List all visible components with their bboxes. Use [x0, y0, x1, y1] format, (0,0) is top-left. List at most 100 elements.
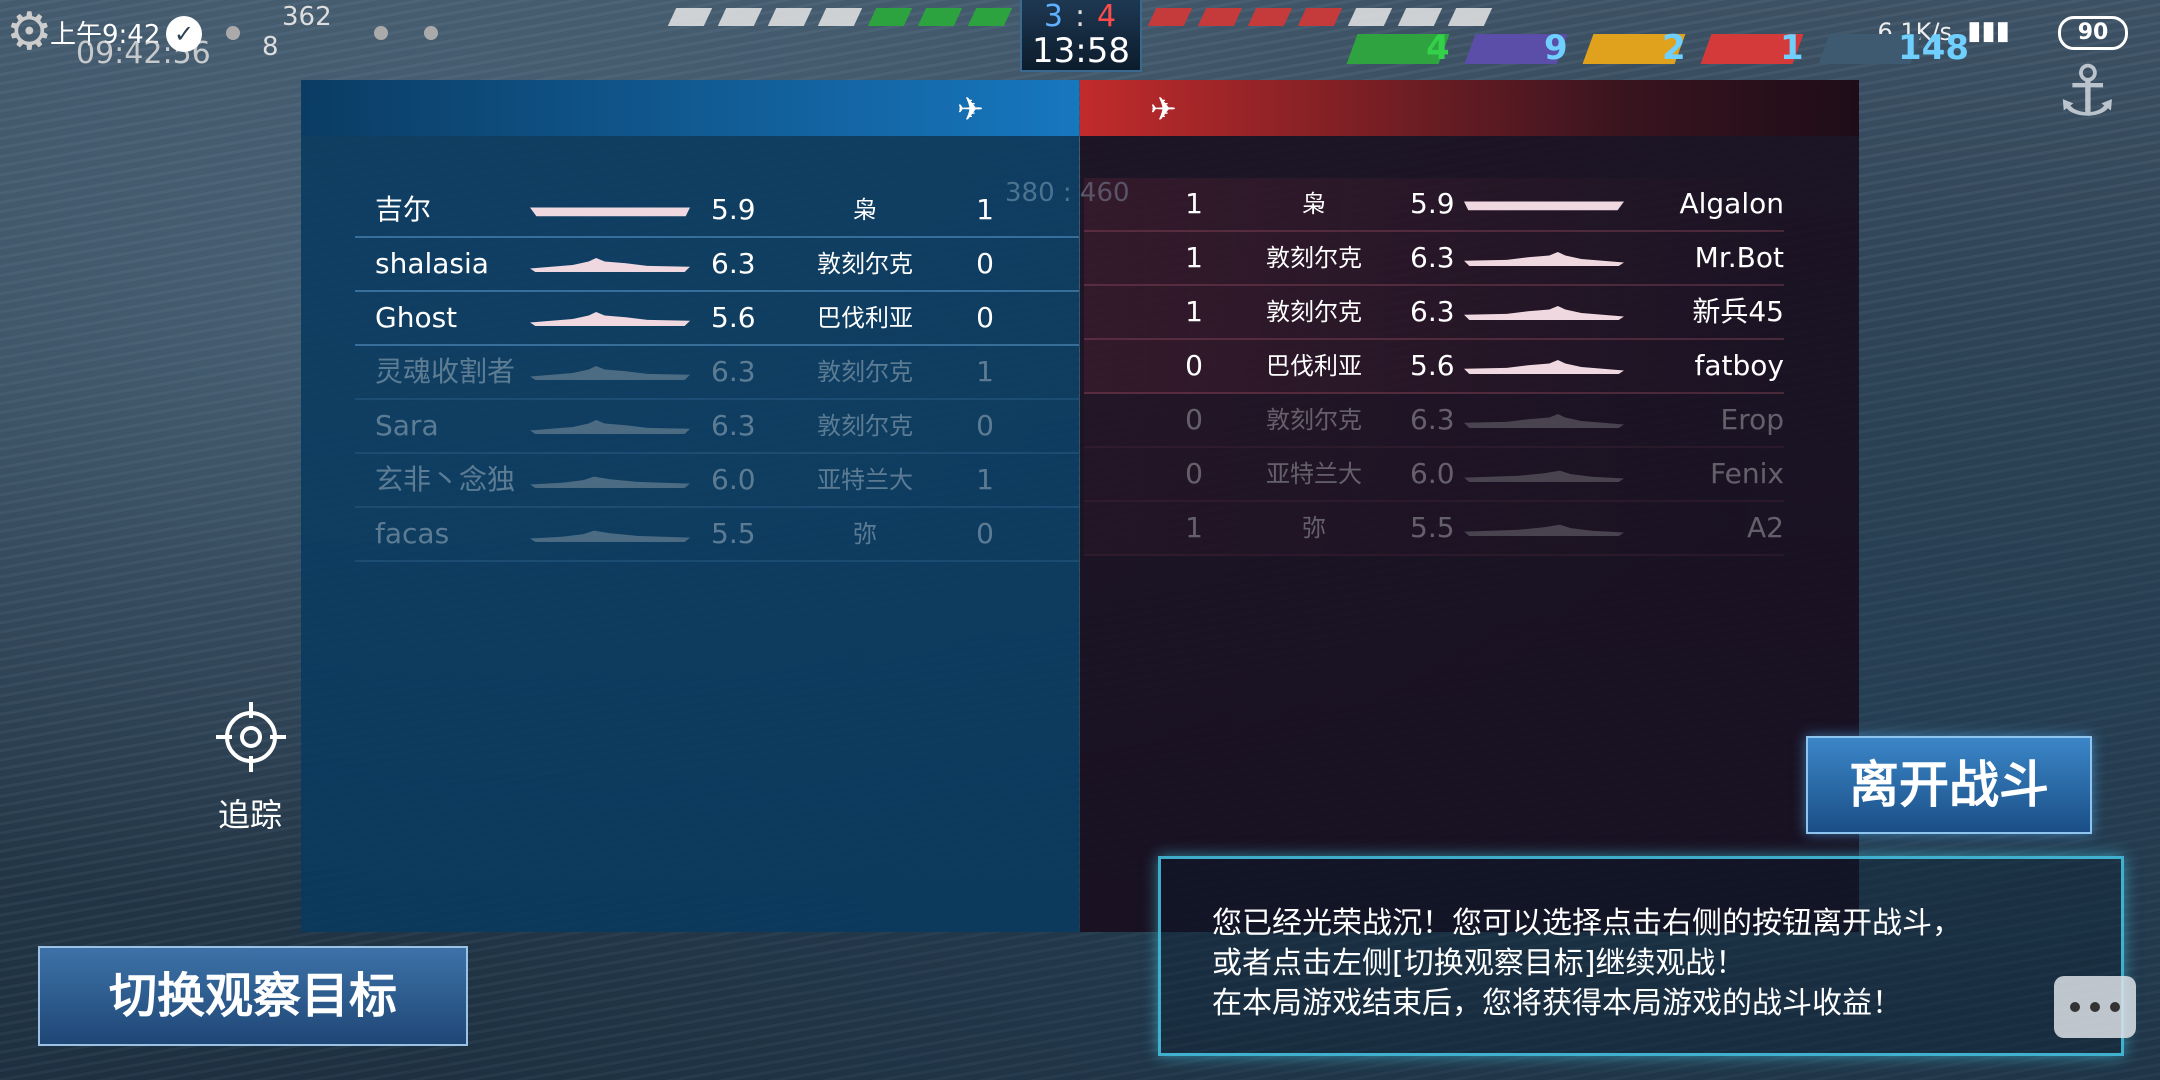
player-name: Algalon: [1679, 187, 1784, 220]
blue-player-row[interactable]: facas 5.5 弥 0: [355, 508, 1079, 562]
kill-count: 1: [1185, 295, 1203, 328]
kill-count: 1: [1185, 241, 1203, 274]
red-player-row[interactable]: 1 敦刻尔克 6.3 Mr.Bot: [1084, 232, 1784, 286]
ship-silhouette-icon: [530, 312, 690, 326]
ship-name: 敦刻尔克: [817, 250, 913, 278]
resource-count: 148: [1898, 28, 1969, 68]
chat-bubble-icon[interactable]: [2054, 976, 2136, 1038]
ship-rating: 6.3: [1410, 241, 1455, 274]
ship-silhouette-icon: [530, 476, 690, 488]
ship-name: 亚特兰大: [1266, 460, 1362, 488]
ship-name: 巴伐利亚: [1266, 352, 1362, 380]
enemy-ship-status-icon: [1297, 8, 1343, 26]
ally-ship-status-icon: [967, 8, 1013, 26]
ship-name: 弥: [853, 520, 877, 548]
red-player-row[interactable]: 1 弥 5.5 A2: [1084, 502, 1784, 556]
aircraft-icon: ✈: [957, 90, 984, 128]
ship-silhouette-icon: [1464, 252, 1624, 266]
crosshair-icon[interactable]: [214, 700, 288, 774]
ship-silhouette-icon: [1464, 524, 1624, 536]
kill-count: 1: [1185, 187, 1203, 220]
ally-ship-status-icon: [817, 8, 863, 26]
leave-battle-button[interactable]: 离开战斗: [1806, 736, 2092, 834]
ship-rating: 6.3: [1410, 403, 1455, 436]
ally-ship-status-icon: [667, 8, 713, 26]
player-name: Ghost: [375, 301, 458, 334]
player-name: 灵魂收割者: [375, 355, 516, 388]
resource-count: 1: [1780, 28, 1804, 68]
track-label[interactable]: 追踪: [218, 790, 282, 836]
player-name: fatboy: [1694, 349, 1784, 382]
notification-dot-icon: [226, 26, 240, 40]
ship-silhouette-icon: [530, 530, 690, 542]
ally-ship-status-icon: [767, 8, 813, 26]
message-line-1: 您已经光荣战沉！您可以选择点击右侧的按钮离开战斗，: [1212, 906, 1962, 941]
status-count-top: 362: [282, 2, 332, 32]
blue-player-row[interactable]: Ghost 5.6 巴伐利亚 0: [355, 292, 1079, 346]
player-name: Sara: [375, 409, 439, 442]
red-player-row[interactable]: 1 枭 5.9 Algalon: [1084, 178, 1784, 232]
ship-name: 敦刻尔克: [1266, 406, 1362, 434]
ship-name: 枭: [1302, 190, 1326, 218]
ship-silhouette-icon: [530, 258, 690, 272]
notification-dot-icon: [374, 26, 388, 40]
blue-player-row[interactable]: 吉尔 5.9 枭 1: [355, 184, 1079, 238]
ship-rating: 5.6: [1410, 349, 1455, 382]
match-timer: 13:58: [1032, 31, 1130, 71]
ship-silhouette-icon: [530, 207, 690, 217]
blue-player-row[interactable]: shalasia 6.3 敦刻尔克 0: [355, 238, 1079, 292]
ship-name: 敦刻尔克: [817, 358, 913, 386]
ship-rating: 6.0: [711, 463, 756, 496]
red-player-row[interactable]: 1 敦刻尔克 6.3 新兵45: [1084, 286, 1784, 340]
kill-count: 0: [1185, 457, 1203, 490]
player-name: facas: [375, 517, 450, 550]
ship-name: 敦刻尔克: [817, 412, 913, 440]
blue-player-row[interactable]: Sara 6.3 敦刻尔克 0: [355, 400, 1079, 454]
player-name: shalasia: [375, 247, 489, 280]
red-player-row[interactable]: 0 敦刻尔克 6.3 Erop: [1084, 394, 1784, 448]
kill-count: 1: [976, 463, 994, 496]
gear-icon[interactable]: ⚙: [6, 6, 53, 58]
red-player-row[interactable]: 0 巴伐利亚 5.6 fatboy: [1084, 340, 1784, 394]
message-line-3: 在本局游戏结束后，您将获得本局游戏的战斗收益！: [1212, 986, 1902, 1021]
aircraft-icon: ✈: [1150, 90, 1177, 128]
blue-player-row[interactable]: 玄非丶念独 6.0 亚特兰大 1: [355, 454, 1079, 508]
kill-count: 0: [976, 517, 994, 550]
ship-rating: 5.9: [711, 193, 756, 226]
ship-silhouette-icon: [1464, 360, 1624, 374]
blue-team-header: ✈: [301, 80, 1079, 136]
kill-count: 0: [976, 409, 994, 442]
switch-target-button[interactable]: 切换观察目标: [38, 946, 468, 1046]
score-board: 3:4 13:58: [1020, 0, 1142, 72]
ship-rating: 6.3: [711, 247, 756, 280]
blue-player-row[interactable]: 灵魂收割者 6.3 敦刻尔克 1: [355, 346, 1079, 400]
enemy-ship-status-icon: [1247, 8, 1293, 26]
battery-indicator: 90: [2058, 16, 2128, 50]
ship-rating: 6.3: [1410, 295, 1455, 328]
enemy-ship-status-icon: [1397, 8, 1443, 26]
kill-count: 1: [976, 193, 994, 226]
ship-rating: 5.9: [1410, 187, 1455, 220]
kill-count: 0: [1185, 349, 1203, 382]
anchor-icon: ⚓: [2056, 50, 2119, 132]
ship-rating: 5.6: [711, 301, 756, 334]
player-name: Mr.Bot: [1694, 241, 1784, 274]
enemy-ship-status-icon: [1197, 8, 1243, 26]
resource-count: 2: [1662, 28, 1686, 68]
ship-name: 敦刻尔克: [1266, 298, 1362, 326]
ally-ship-status-icon: [717, 8, 763, 26]
ship-name: 枭: [853, 196, 877, 224]
ship-silhouette-icon: [1464, 470, 1624, 482]
resource-count: 4: [1426, 28, 1450, 68]
player-name: Erop: [1720, 403, 1785, 436]
ship-rating: 5.5: [711, 517, 756, 550]
player-name: 新兵45: [1692, 295, 1784, 328]
kill-count: 0: [1185, 403, 1203, 436]
ship-silhouette-icon: [1464, 306, 1624, 320]
ship-silhouette-icon: [530, 420, 690, 434]
red-player-row[interactable]: 0 亚特兰大 6.0 Fenix: [1084, 448, 1784, 502]
kill-count: 1: [976, 355, 994, 388]
check-icon: ✓: [166, 16, 202, 52]
blue-team-score: 3: [1043, 0, 1065, 34]
enemy-ship-status-icon: [1347, 8, 1393, 26]
